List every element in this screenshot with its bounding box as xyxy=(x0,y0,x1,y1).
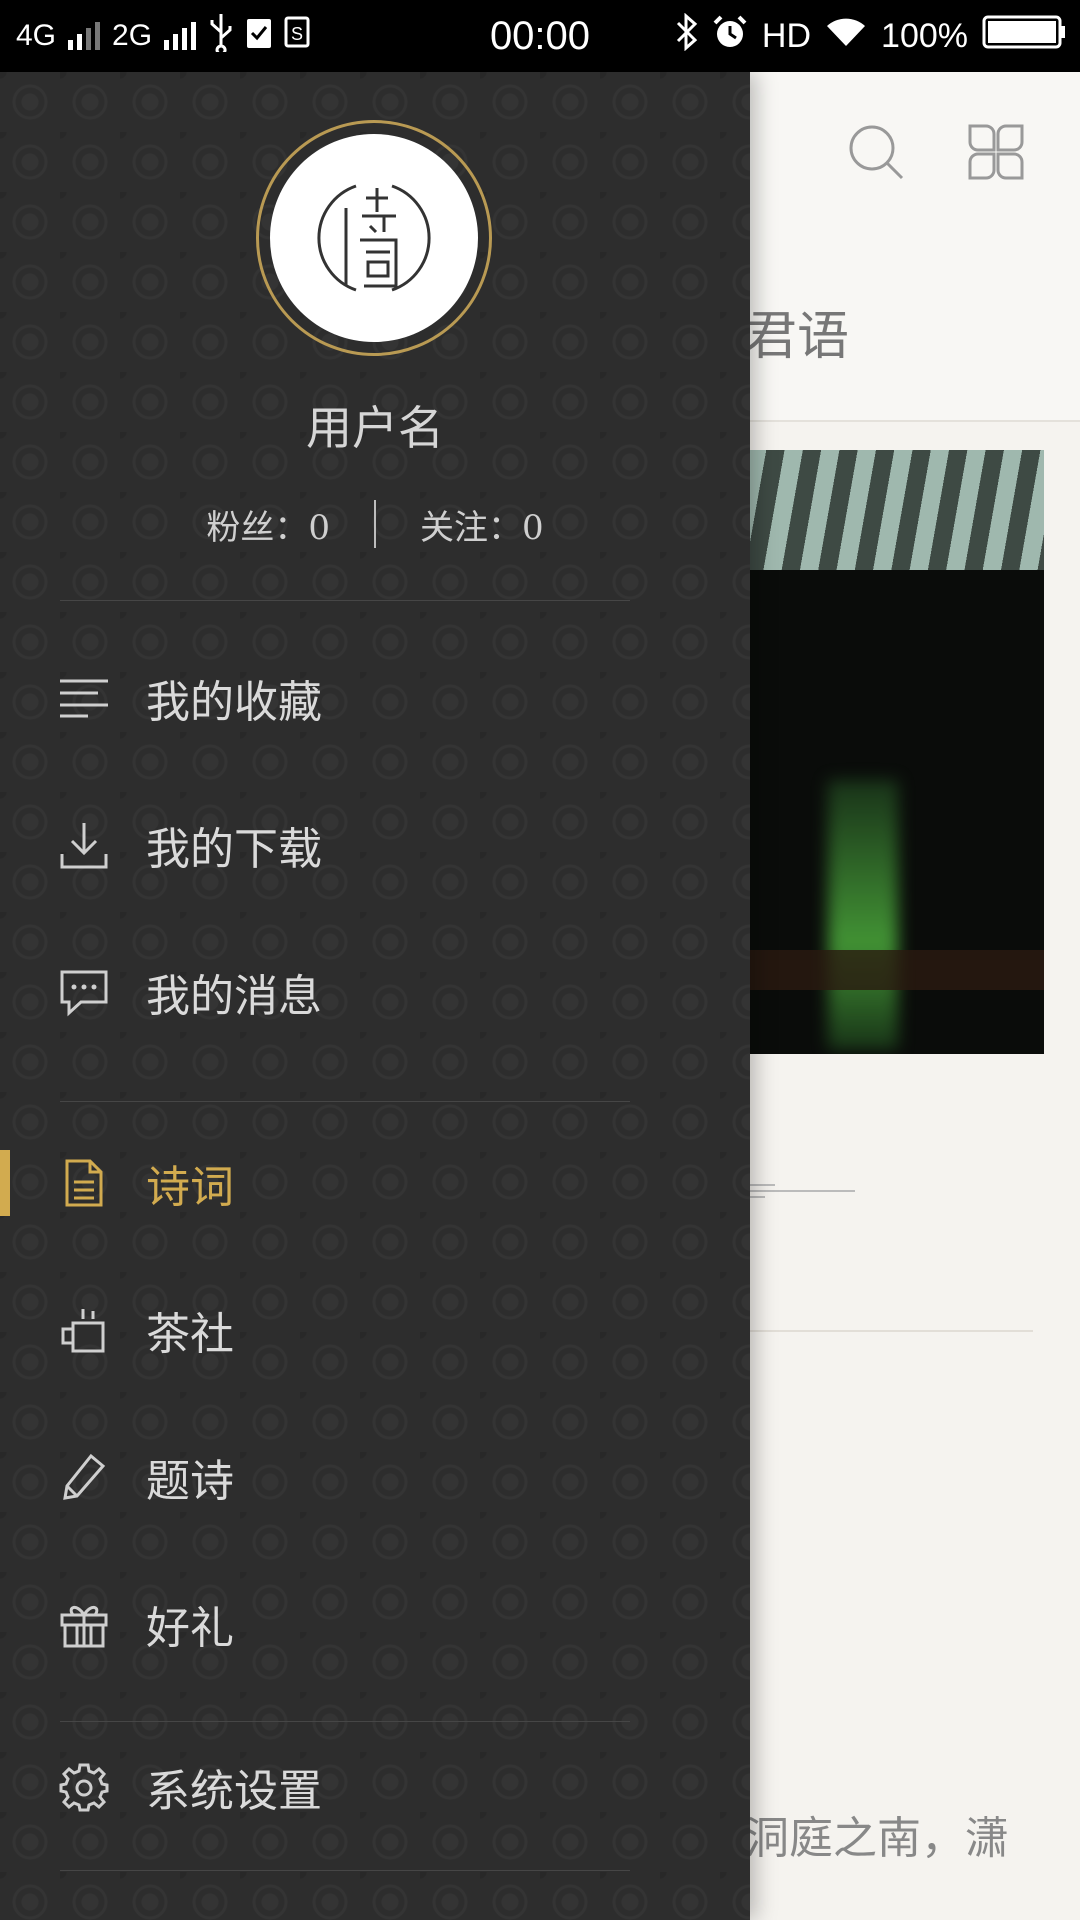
menu-item-write-poem[interactable]: 题诗 xyxy=(0,1427,750,1527)
hd-label: HD xyxy=(761,16,812,55)
feature-photo[interactable] xyxy=(748,450,1044,1054)
list-icon xyxy=(58,672,110,724)
stats-separator xyxy=(374,500,376,548)
decorative-divider xyxy=(745,1182,855,1202)
app-title-fragment: 君语 xyxy=(745,307,850,367)
avatar[interactable] xyxy=(270,134,478,342)
gift-icon xyxy=(58,1598,110,1650)
divider xyxy=(60,1101,630,1102)
menu-label: 茶社 xyxy=(146,1309,234,1360)
menu-label: 诗词 xyxy=(146,1162,234,1213)
menu-label: 我的下载 xyxy=(146,824,322,875)
fans-count[interactable]: 粉丝：0 xyxy=(206,500,330,549)
divider xyxy=(60,600,630,601)
divider xyxy=(60,1870,630,1871)
teacup-icon xyxy=(58,1304,110,1356)
menu-label: 题诗 xyxy=(146,1456,234,1507)
poem-excerpt-fragment[interactable]: 洞庭之南，潇 xyxy=(745,1802,1009,1866)
clock: 00:00 xyxy=(489,13,591,58)
menu-label: 系统设置 xyxy=(146,1766,322,1817)
search-icon[interactable] xyxy=(846,122,906,182)
pen-icon xyxy=(58,1451,110,1503)
menu-item-gifts[interactable]: 好礼 xyxy=(0,1574,750,1674)
shici-logo-icon xyxy=(317,184,431,292)
menu-item-messages[interactable]: 我的消息 xyxy=(0,942,750,1042)
divider xyxy=(745,1330,1033,1332)
menu-item-settings[interactable]: 系统设置 xyxy=(0,1737,750,1837)
username[interactable]: 用户名 xyxy=(0,392,750,458)
menu-item-downloads[interactable]: 我的下载 xyxy=(0,795,750,895)
menu-item-favorites[interactable]: 我的收藏 xyxy=(0,648,750,748)
menu-label: 我的收藏 xyxy=(146,677,322,728)
message-icon xyxy=(58,966,110,1018)
menu-label: 我的消息 xyxy=(146,971,322,1022)
user-stats: 粉丝：0 关注：0 xyxy=(0,500,750,550)
divider xyxy=(60,1721,630,1722)
battery-icon xyxy=(982,15,1066,58)
wifi-icon xyxy=(825,16,867,57)
navigation-drawer: 用户名 粉丝：0 关注：0 我的收藏 我的下载 我的消息 诗词 茶社 题诗 好礼… xyxy=(0,72,750,1920)
menu-item-tea-house[interactable]: 茶社 xyxy=(0,1280,750,1380)
bluetooth-icon xyxy=(676,12,698,60)
document-icon xyxy=(58,1157,110,1209)
menu-label: 好礼 xyxy=(146,1603,234,1654)
grid-icon[interactable] xyxy=(966,122,1026,182)
download-icon xyxy=(58,819,110,871)
gear-icon xyxy=(58,1761,110,1813)
status-bar: 4G 2G S 00:00 HD 100% xyxy=(0,0,1080,72)
following-count[interactable]: 关注：0 xyxy=(420,500,544,549)
battery-percent: 100% xyxy=(881,16,968,55)
alarm-icon xyxy=(712,14,748,59)
menu-item-poetry[interactable]: 诗词 xyxy=(0,1133,750,1233)
